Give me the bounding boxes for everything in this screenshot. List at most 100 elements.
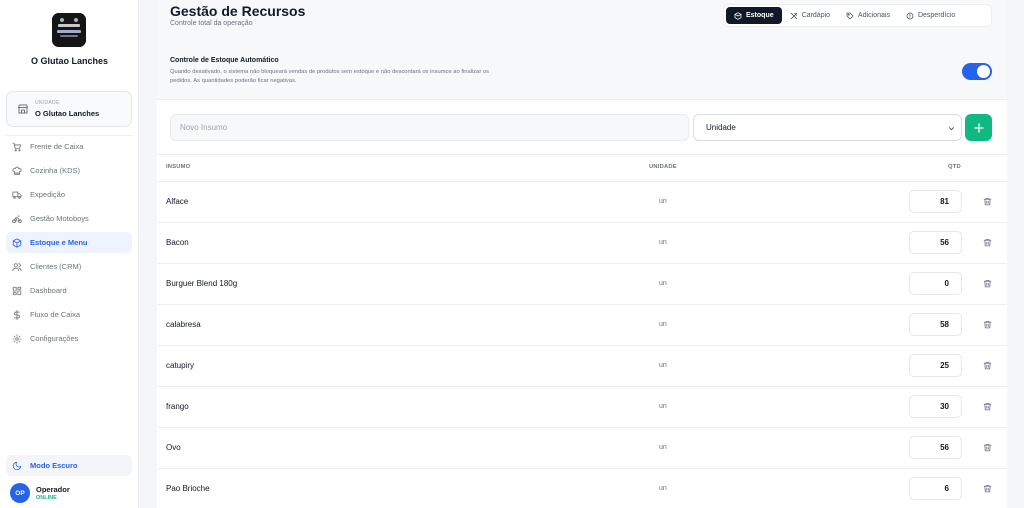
table-header: INSUMO UNIDADE QTD: [157, 155, 1007, 182]
plus-icon: [973, 122, 984, 133]
chevron-down-icon: [949, 127, 954, 131]
unit-selector[interactable]: UNIDADE O Glutao Lanches: [6, 91, 132, 127]
tab-label: Estoque: [746, 12, 774, 19]
sidebar-item-expedicao[interactable]: Expedição: [6, 184, 132, 205]
chef-hat-icon: [12, 166, 22, 175]
dark-mode-label: Modo Escuro: [30, 461, 78, 470]
truck-icon: [12, 191, 22, 199]
row-name: Pao Brioche: [166, 484, 210, 493]
row-name: Alface: [166, 197, 189, 206]
row-name: Ovo: [166, 443, 181, 452]
page-subtitle: Controle total da operação: [170, 20, 253, 27]
trash-icon[interactable]: [983, 484, 992, 493]
quantity-input[interactable]: 30: [909, 395, 962, 418]
tab-label: Adicionais: [858, 12, 890, 19]
trash-icon[interactable]: [983, 320, 992, 329]
utensils-icon: [790, 12, 797, 19]
sidebar: O Glutao Lanches UNIDADE O Glutao Lanche…: [0, 0, 139, 508]
trash-icon[interactable]: [983, 443, 992, 452]
trash-icon[interactable]: [983, 279, 992, 288]
moon-icon: [12, 461, 22, 470]
avatar[interactable]: OP: [10, 483, 30, 503]
row-unit: un: [659, 444, 667, 451]
quantity-input[interactable]: 0: [909, 272, 962, 295]
table-row: Alface un 81: [157, 182, 1007, 223]
row-unit: un: [659, 403, 667, 410]
auto-control-toggle[interactable]: [962, 63, 992, 80]
quantity-input[interactable]: 56: [909, 231, 962, 254]
gear-icon: [12, 333, 22, 344]
row-name: calabresa: [166, 320, 201, 329]
brand-name: O Glutao Lanches: [30, 56, 108, 66]
sidebar-nav: Frente de Caixa Cozinha (KDS) Expedição …: [6, 136, 132, 352]
trash-icon[interactable]: [983, 402, 992, 411]
users-icon: [12, 262, 22, 271]
new-insumo-form: Unidade: [157, 100, 1007, 155]
unit-select-value: Unidade: [706, 123, 736, 132]
tag-icon: [846, 12, 854, 19]
dollar-icon: [14, 309, 20, 320]
main-panel: Gestão de Recursos Controle total da ope…: [157, 0, 1007, 508]
trash-icon[interactable]: [983, 197, 992, 206]
sidebar-item-configuracoes[interactable]: Configurações: [6, 328, 132, 349]
trash-icon[interactable]: [983, 238, 992, 247]
quantity-input[interactable]: 6: [909, 477, 962, 500]
new-insumo-input[interactable]: [170, 114, 689, 141]
toggle-knob: [977, 65, 990, 78]
table-row: Ovo un 56: [157, 428, 1007, 469]
column-header-unidade: UNIDADE: [649, 164, 677, 170]
tab-desperdicio[interactable]: Desperdício: [898, 7, 963, 24]
auto-control-description: Quando desativado, o sistema não bloquea…: [170, 69, 490, 84]
row-unit: un: [659, 198, 667, 205]
quantity-input[interactable]: 58: [909, 313, 962, 336]
unit-select[interactable]: Unidade: [693, 114, 962, 141]
box-icon: [734, 11, 742, 20]
tab-label: Desperdício: [917, 12, 956, 19]
row-unit: un: [659, 485, 667, 492]
header-area: Gestão de Recursos Controle total da ope…: [157, 0, 1007, 100]
row-unit: un: [659, 362, 667, 369]
quantity-input[interactable]: 56: [909, 436, 962, 459]
sidebar-item-label: Frente de Caixa: [30, 142, 84, 151]
sidebar-item-dashboard[interactable]: Dashboard: [6, 280, 132, 301]
unit-label: UNIDADE: [35, 100, 60, 106]
auto-control-title: Controle de Estoque Automático: [170, 57, 279, 64]
row-name: Bacon: [166, 238, 189, 247]
cart-icon: [12, 142, 21, 151]
column-header-insumo: INSUMO: [166, 164, 191, 170]
table-row: Bacon un 56: [157, 223, 1007, 264]
page-title: Gestão de Recursos: [170, 3, 306, 19]
dark-mode-toggle[interactable]: Modo Escuro: [6, 455, 132, 476]
operator-status: ONLINE: [36, 495, 57, 501]
sidebar-item-cozinha[interactable]: Cozinha (KDS): [6, 160, 132, 181]
row-name: frango: [166, 402, 189, 411]
row-name: Burguer Blend 180g: [166, 279, 238, 288]
row-unit: un: [659, 321, 667, 328]
sidebar-item-gestao-motoboys[interactable]: Gestão Motoboys: [6, 208, 132, 229]
tab-adicionais[interactable]: Adicionais: [838, 7, 898, 24]
tab-estoque[interactable]: Estoque: [726, 7, 782, 24]
quantity-input[interactable]: 25: [909, 354, 962, 377]
sidebar-item-frente-de-caixa[interactable]: Frente de Caixa: [6, 136, 132, 157]
unit-name: O Glutao Lanches: [35, 109, 100, 118]
trash-icon[interactable]: [983, 361, 992, 370]
sidebar-item-estoque-menu[interactable]: Estoque e Menu: [6, 232, 132, 253]
sidebar-item-fluxo-de-caixa[interactable]: Fluxo de Caixa: [6, 304, 132, 325]
brand-logo: [52, 13, 86, 47]
row-name: catupiry: [166, 361, 195, 370]
alert-circle-icon: [906, 12, 914, 19]
bike-icon: [12, 215, 22, 223]
quantity-input[interactable]: 81: [909, 190, 962, 213]
tab-cardapio[interactable]: Cardápio: [782, 7, 838, 24]
sidebar-item-label: Fluxo de Caixa: [30, 310, 81, 319]
store-icon: [18, 104, 28, 114]
table-row: Burguer Blend 180g un 0: [157, 264, 1007, 305]
tab-label: Cardápio: [801, 12, 831, 19]
sidebar-item-clientes[interactable]: Clientes (CRM): [6, 256, 132, 277]
add-insumo-button[interactable]: [965, 114, 992, 141]
table-row: Pao Brioche un 6: [157, 469, 1007, 508]
table-row: frango un 30: [157, 387, 1007, 428]
table-row: catupiry un 25: [157, 346, 1007, 387]
sidebar-item-label: Estoque e Menu: [30, 238, 88, 247]
grid-icon: [12, 286, 22, 295]
